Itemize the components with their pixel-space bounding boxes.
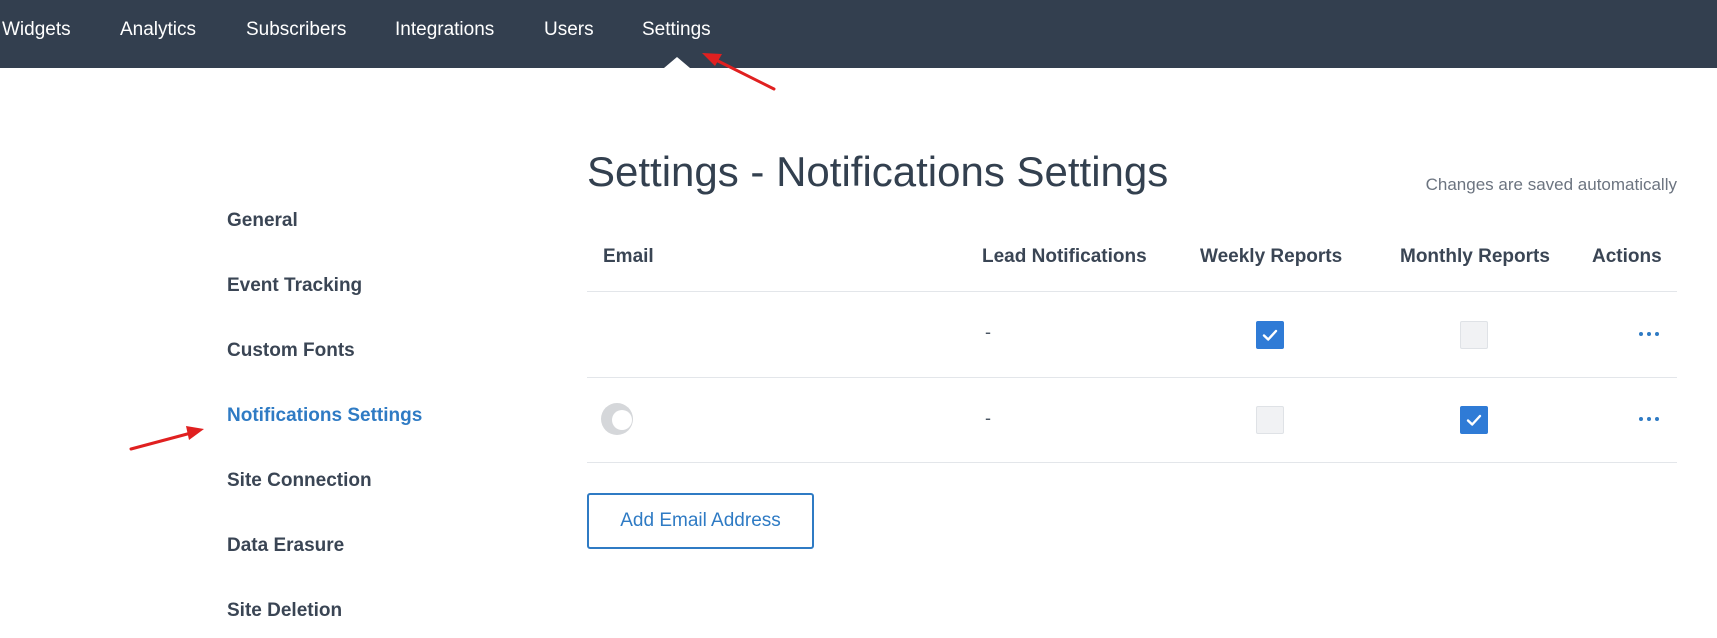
table-divider	[587, 377, 1677, 378]
row-actions-menu-icon[interactable]	[1639, 330, 1661, 338]
lead-notifications-value: -	[985, 322, 991, 342]
nav-users[interactable]: Users	[544, 19, 594, 41]
monthly-reports-checkbox[interactable]	[1460, 321, 1488, 349]
table-divider	[587, 291, 1677, 292]
nav-subscribers[interactable]: Subscribers	[246, 19, 346, 41]
sidebar-item-custom-fonts[interactable]: Custom Fonts	[227, 340, 355, 362]
column-header-lead-notifications: Lead Notifications	[982, 246, 1147, 267]
nav-widgets[interactable]: Widgets	[2, 19, 71, 41]
arrow-to-notifications-icon	[129, 426, 204, 451]
nav-integrations[interactable]: Integrations	[395, 19, 494, 41]
avatar	[601, 403, 633, 435]
sidebar-item-data-erasure[interactable]: Data Erasure	[227, 535, 344, 557]
checkmark-icon	[1262, 329, 1278, 341]
top-navigation: Widgets Analytics Subscribers Integratio…	[0, 0, 1717, 68]
table-divider	[587, 462, 1677, 463]
active-tab-indicator	[664, 57, 690, 68]
weekly-reports-checkbox[interactable]	[1256, 321, 1284, 349]
sidebar-item-general[interactable]: General	[227, 210, 298, 232]
page-title: Settings - Notifications Settings	[587, 148, 1169, 195]
sidebar-item-site-connection[interactable]: Site Connection	[227, 470, 372, 492]
column-header-weekly-reports: Weekly Reports	[1200, 246, 1343, 267]
column-header-email: Email	[603, 246, 654, 267]
row-actions-menu-icon[interactable]	[1639, 415, 1661, 423]
lead-notifications-value: -	[985, 408, 991, 428]
nav-settings[interactable]: Settings	[642, 19, 711, 41]
add-email-address-button[interactable]: Add Email Address	[587, 493, 814, 549]
autosave-note: Changes are saved automatically	[1425, 175, 1677, 194]
column-header-monthly-reports: Monthly Reports	[1400, 246, 1550, 267]
sidebar-item-site-deletion[interactable]: Site Deletion	[227, 600, 342, 622]
nav-analytics[interactable]: Analytics	[120, 19, 196, 41]
weekly-reports-checkbox[interactable]	[1256, 406, 1284, 434]
column-header-actions: Actions	[1592, 246, 1662, 267]
sidebar-item-notifications-settings[interactable]: Notifications Settings	[227, 405, 422, 427]
checkmark-icon	[1466, 414, 1482, 426]
sidebar-item-event-tracking[interactable]: Event Tracking	[227, 275, 362, 297]
monthly-reports-checkbox[interactable]	[1460, 406, 1488, 434]
